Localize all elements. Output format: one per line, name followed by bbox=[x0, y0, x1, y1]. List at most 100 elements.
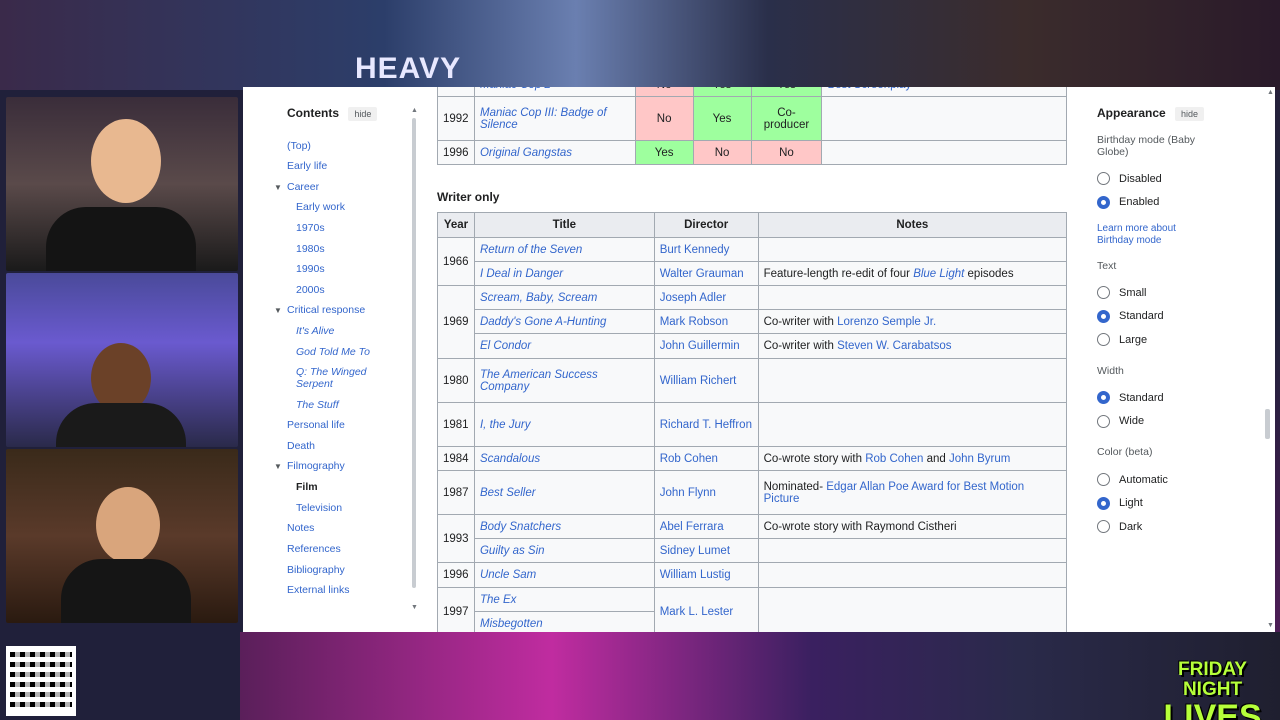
title-link[interactable]: The Ex bbox=[473, 587, 655, 612]
toc-hide-button[interactable]: hide bbox=[348, 107, 378, 121]
toc-item[interactable]: Bibliography bbox=[287, 564, 345, 576]
radio-button-icon[interactable] bbox=[1097, 333, 1110, 346]
table-row: Maniac Cop 2NoYesYesBest Screenplay bbox=[437, 87, 1067, 97]
notes-cell[interactable]: Best Screenplay bbox=[821, 87, 1067, 97]
radio-button-icon[interactable] bbox=[1097, 172, 1110, 185]
title-link[interactable]: Scandalous bbox=[473, 446, 655, 471]
toc-item[interactable]: 1980s bbox=[296, 243, 325, 255]
radio-button-icon[interactable] bbox=[1097, 391, 1110, 404]
toc-scroll-up-icon[interactable]: ▲ bbox=[411, 107, 418, 114]
notes-cell[interactable] bbox=[821, 140, 1067, 165]
color-mode-option[interactable]: Light bbox=[1097, 496, 1143, 510]
director-link[interactable]: Rob Cohen bbox=[653, 446, 759, 471]
director-link[interactable]: Walter Grauman bbox=[653, 261, 759, 286]
toc-item[interactable]: It's Alive bbox=[296, 325, 334, 337]
toc-item[interactable]: Film bbox=[296, 481, 318, 493]
page-scroll-down-icon[interactable]: ▼ bbox=[1267, 622, 1274, 629]
director-link[interactable]: Joseph Adler bbox=[653, 285, 759, 310]
title-link[interactable]: I Deal in Danger bbox=[473, 261, 655, 286]
radio-button-icon[interactable] bbox=[1097, 496, 1110, 510]
text-size-option[interactable]: Large bbox=[1097, 333, 1147, 346]
text-size-option[interactable]: Standard bbox=[1097, 309, 1164, 323]
learn-more-link[interactable]: Learn more about Birthday mode bbox=[1097, 223, 1197, 247]
toc-item[interactable]: Early work bbox=[296, 201, 345, 213]
director-link[interactable]: John Guillermin bbox=[653, 333, 759, 359]
page-scrollbar[interactable] bbox=[1265, 409, 1270, 439]
radio-button-icon[interactable] bbox=[1097, 414, 1110, 428]
toc-item[interactable]: Q: The Winged Serpent bbox=[296, 366, 386, 390]
toc-item[interactable]: Personal life bbox=[287, 419, 345, 431]
webcam-host-2 bbox=[6, 273, 238, 447]
appearance-hide-button[interactable]: hide bbox=[1175, 107, 1205, 121]
director-link[interactable]: Richard T. Heffron bbox=[653, 402, 759, 447]
title-link[interactable]: El Condor bbox=[473, 333, 655, 359]
toc-scrollbar[interactable] bbox=[412, 118, 416, 588]
notes-link[interactable]: Steven W. Carabatsos bbox=[837, 340, 951, 352]
radio-button-icon[interactable] bbox=[1097, 195, 1110, 209]
radio-button-icon[interactable] bbox=[1097, 473, 1110, 486]
title-link[interactable]: Original Gangstas bbox=[473, 140, 636, 165]
title-link[interactable]: Maniac Cop III: Badge of Silence bbox=[473, 96, 636, 141]
notes-link[interactable]: John Byrum bbox=[949, 453, 1010, 465]
notes-link[interactable]: Blue Light bbox=[913, 268, 964, 280]
chevron-down-icon[interactable]: ▼ bbox=[274, 306, 282, 315]
title-link[interactable]: Daddy's Gone A-Hunting bbox=[473, 309, 655, 334]
toc-scroll-down-icon[interactable]: ▼ bbox=[411, 604, 418, 611]
color-mode-option[interactable]: Automatic bbox=[1097, 473, 1168, 486]
toc-item[interactable]: Critical response bbox=[287, 304, 365, 316]
toc-item[interactable]: References bbox=[287, 543, 341, 555]
column-header: Year bbox=[437, 212, 475, 238]
birthday-mode-option[interactable]: Enabled bbox=[1097, 195, 1159, 209]
director-link[interactable]: Mark Robson bbox=[653, 309, 759, 334]
title-link[interactable]: I, the Jury bbox=[473, 402, 655, 447]
chevron-down-icon[interactable]: ▼ bbox=[274, 462, 282, 471]
toc-item[interactable]: 1990s bbox=[296, 263, 325, 275]
director-link[interactable]: Mark L. Lester bbox=[653, 587, 759, 632]
toc-item[interactable]: 2000s bbox=[296, 284, 325, 296]
title-link[interactable]: Scream, Baby, Scream bbox=[473, 285, 655, 310]
title-link[interactable]: Body Snatchers bbox=[473, 514, 655, 539]
notes-cell[interactable] bbox=[821, 96, 1067, 141]
notes-link[interactable]: Rob Cohen bbox=[865, 453, 923, 465]
show-logo-line1: FRIDAY NIGHT bbox=[1178, 659, 1247, 700]
toc-item[interactable]: Early life bbox=[287, 160, 327, 172]
title-link[interactable]: Return of the Seven bbox=[473, 237, 655, 262]
title-link[interactable]: Uncle Sam bbox=[473, 562, 655, 588]
director-link[interactable]: John Flynn bbox=[653, 470, 759, 515]
toc-item[interactable]: Career bbox=[287, 181, 319, 193]
toc-item[interactable]: God Told Me To bbox=[296, 346, 370, 358]
toc-item[interactable]: Notes bbox=[287, 522, 314, 534]
toc-item[interactable]: Death bbox=[287, 440, 315, 452]
toc-item[interactable]: Filmography bbox=[287, 460, 345, 472]
director-link[interactable]: William Richert bbox=[653, 358, 759, 403]
chevron-down-icon[interactable]: ▼ bbox=[274, 183, 282, 192]
credit-cell: No bbox=[692, 140, 752, 165]
birthday-mode-option[interactable]: Disabled bbox=[1097, 172, 1162, 185]
width-option[interactable]: Wide bbox=[1097, 414, 1144, 428]
toc-item[interactable]: External links bbox=[287, 584, 349, 596]
toc-item[interactable]: The Stuff bbox=[296, 399, 339, 411]
director-link[interactable]: William Lustig bbox=[653, 562, 759, 588]
director-link[interactable]: Burt Kennedy bbox=[653, 237, 759, 262]
notes-link[interactable]: Lorenzo Semple Jr. bbox=[837, 316, 936, 328]
director-link[interactable]: Sidney Lumet bbox=[653, 538, 759, 563]
title-link[interactable]: Guilty as Sin bbox=[473, 538, 655, 563]
text-size-option[interactable]: Small bbox=[1097, 286, 1147, 299]
toc-item[interactable]: 1970s bbox=[296, 222, 325, 234]
width-option[interactable]: Standard bbox=[1097, 391, 1164, 404]
title-link[interactable]: Best Seller bbox=[473, 470, 655, 515]
notes-cell: Co-writer with Steven W. Carabatsos bbox=[757, 333, 1068, 359]
title-link[interactable]: Misbegotten bbox=[473, 611, 655, 632]
radio-button-icon[interactable] bbox=[1097, 309, 1110, 323]
title-link[interactable]: Maniac Cop 2 bbox=[473, 87, 636, 97]
toc-item[interactable]: Television bbox=[296, 502, 342, 514]
title-link[interactable]: The American Success Company bbox=[473, 358, 655, 403]
page-scroll-up-icon[interactable]: ▲ bbox=[1267, 89, 1274, 96]
toc-header: Contents hide bbox=[287, 106, 378, 121]
color-mode-option[interactable]: Dark bbox=[1097, 520, 1142, 533]
radio-button-icon[interactable] bbox=[1097, 520, 1110, 533]
toc-item[interactable]: (Top) bbox=[287, 140, 311, 152]
radio-button-icon[interactable] bbox=[1097, 286, 1110, 299]
director-link[interactable]: Abel Ferrara bbox=[653, 514, 759, 539]
notes-link[interactable]: Edgar Allan Poe Award for Best Motion Pi… bbox=[764, 481, 1025, 505]
